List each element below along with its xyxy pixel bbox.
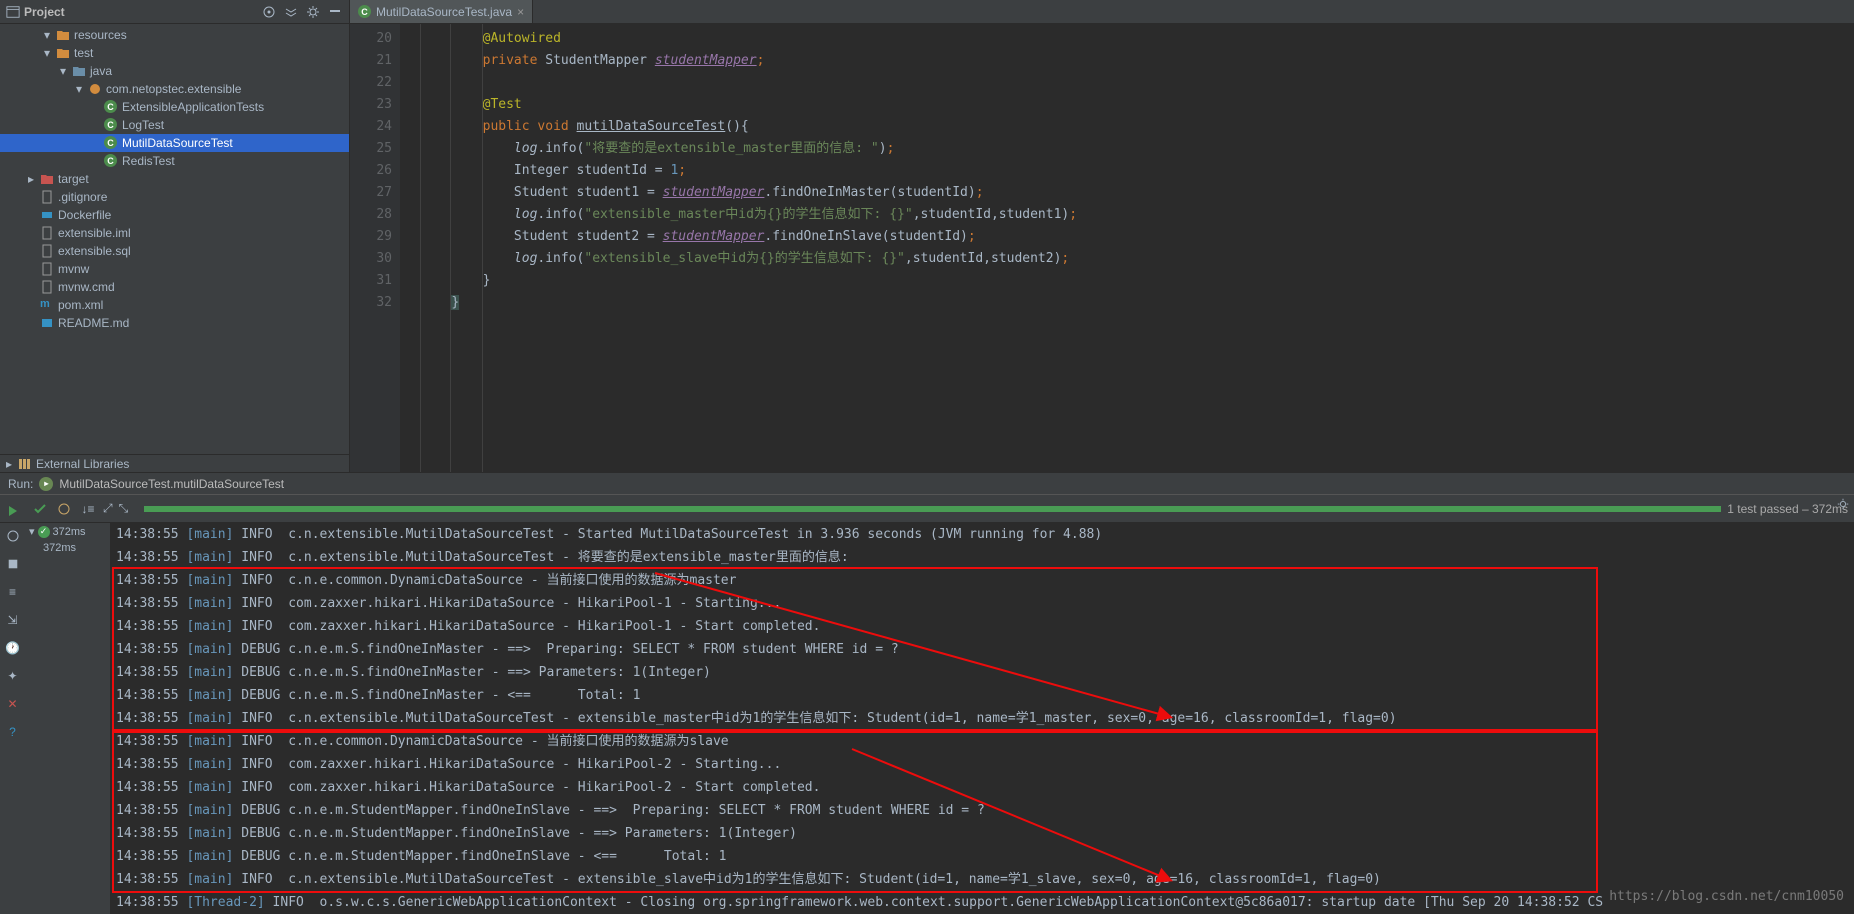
tree-dockerfile[interactable]: Dockerfile xyxy=(0,206,349,224)
tree-java[interactable]: ▾java xyxy=(0,62,349,80)
export-icon[interactable]: ⇲ xyxy=(4,611,22,629)
tree-logtest[interactable]: CLogTest xyxy=(0,116,349,134)
console-panel: ↓≡ ⤢ ⤡ 1 test passed – 372ms ≡ ⇲ 🕐 ✦ ✕ ?… xyxy=(0,494,1854,914)
tree-test[interactable]: ▾test xyxy=(0,44,349,62)
console-output[interactable]: 14:38:55 [main] INFO c.n.extensible.Muti… xyxy=(110,523,1854,914)
run-config-icon: ▸ xyxy=(39,477,53,491)
test-node-leaf[interactable]: 372ms xyxy=(25,540,110,556)
tree-pom[interactable]: mpom.xml xyxy=(0,296,349,314)
wand-icon[interactable]: ✦ xyxy=(4,667,22,685)
collapse-icon[interactable] xyxy=(283,4,299,20)
project-icon xyxy=(6,5,20,19)
tree-gitignore[interactable]: .gitignore xyxy=(0,188,349,206)
tree-sql[interactable]: extensible.sql xyxy=(0,242,349,260)
tree-resources[interactable]: ▾resources xyxy=(0,26,349,44)
test-result-text: 1 test passed – 372ms xyxy=(1727,502,1848,516)
code-editor[interactable]: 20212223242526272829303132 @Autowired pr… xyxy=(350,24,1854,472)
close-icon[interactable]: × xyxy=(517,5,524,19)
class-icon: C xyxy=(358,5,371,18)
rerun-icon[interactable] xyxy=(4,502,22,520)
tree-redistest[interactable]: CRedisTest xyxy=(0,152,349,170)
run-bar: Run: ▸ MutilDataSourceTest.mutilDataSour… xyxy=(0,472,1854,494)
tree-package[interactable]: ▾com.netopstec.extensible xyxy=(0,80,349,98)
tree-ext-tests[interactable]: CExtensibleApplicationTests xyxy=(0,98,349,116)
external-libraries[interactable]: ▸ External Libraries xyxy=(0,454,349,472)
test-tree[interactable]: ▾✓372ms 372ms xyxy=(25,523,110,914)
help-icon[interactable]: ? xyxy=(4,723,22,741)
project-tree[interactable]: ▾resources▾test▾java▾com.netopstec.exten… xyxy=(0,24,349,454)
tree-readme[interactable]: README.md xyxy=(0,314,349,332)
check-icon[interactable] xyxy=(31,500,49,518)
editor-area: C MutilDataSourceTest.java × 20212223242… xyxy=(350,0,1854,472)
tree-mutil[interactable]: CMutilDataSourceTest xyxy=(0,134,349,152)
close-red-icon[interactable]: ✕ xyxy=(4,695,22,713)
debug-icon[interactable] xyxy=(4,527,22,545)
target-icon[interactable] xyxy=(261,4,277,20)
stop-icon[interactable] xyxy=(4,555,22,573)
editor-tab[interactable]: C MutilDataSourceTest.java × xyxy=(350,0,533,23)
collapse-all-icon[interactable]: ⤡ xyxy=(119,501,129,516)
history-icon[interactable]: 🕐 xyxy=(4,639,22,657)
project-title: Project xyxy=(24,5,261,19)
nav-icon[interactable]: ≡ xyxy=(4,583,22,601)
tree-mvnwcmd[interactable]: mvnw.cmd xyxy=(0,278,349,296)
tree-mvnw[interactable]: mvnw xyxy=(0,260,349,278)
tree-iml[interactable]: extensible.iml xyxy=(0,224,349,242)
library-icon xyxy=(18,457,32,471)
project-panel: Project ▾resources▾test▾java▾com.netopst… xyxy=(0,0,350,472)
expand-icon[interactable]: ⤢ xyxy=(103,501,113,516)
hide-icon[interactable] xyxy=(327,4,343,20)
filter-icon[interactable] xyxy=(55,500,73,518)
tree-target[interactable]: ▸target xyxy=(0,170,349,188)
gear-icon[interactable] xyxy=(305,4,321,20)
console-gear-icon[interactable] xyxy=(1836,497,1850,514)
test-node-root[interactable]: ▾✓372ms xyxy=(25,523,110,540)
test-progress-bar xyxy=(144,506,1721,512)
sort-icon[interactable]: ↓≡ xyxy=(79,500,97,518)
